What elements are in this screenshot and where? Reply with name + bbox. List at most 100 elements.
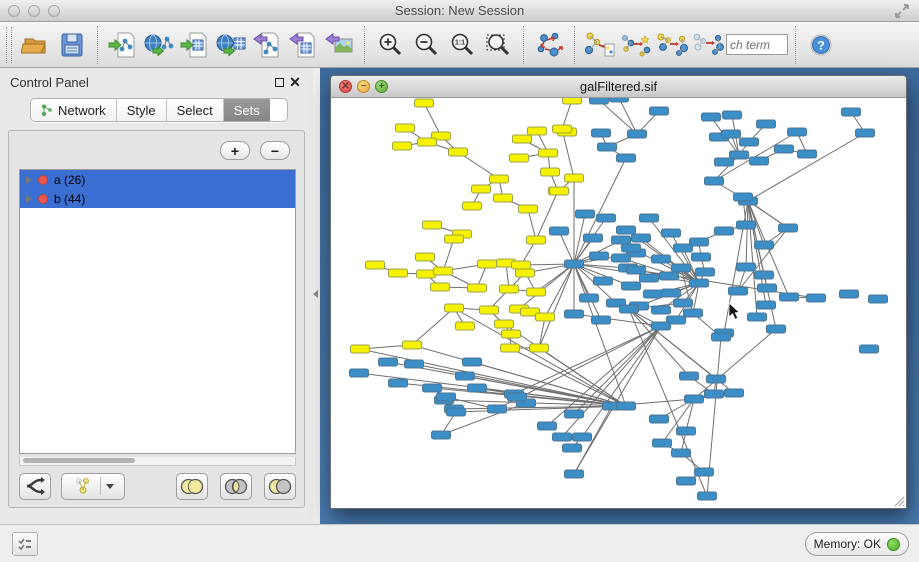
graph-node-blue[interactable]	[628, 130, 647, 138]
save-session-button[interactable]	[54, 26, 90, 64]
graph-node-blue[interactable]	[684, 309, 703, 317]
graph-node-blue[interactable]	[632, 234, 651, 242]
close-window-button[interactable]	[8, 5, 20, 17]
graph-node-yellow[interactable]	[502, 330, 521, 338]
graph-node-blue[interactable]	[463, 358, 482, 366]
graph-node-yellow[interactable]	[393, 142, 412, 150]
graph-node-yellow[interactable]	[418, 138, 437, 146]
graph-node-blue[interactable]	[712, 333, 731, 341]
graph-edge[interactable]	[738, 228, 788, 291]
import-network-url-button[interactable]	[141, 26, 177, 64]
graph-node-blue[interactable]	[722, 130, 741, 138]
graph-node-yellow[interactable]	[366, 261, 385, 269]
graph-node-yellow[interactable]	[472, 185, 491, 193]
graph-node-blue[interactable]	[680, 372, 699, 380]
graph-node-blue[interactable]	[488, 405, 507, 413]
network-frame[interactable]: ✕ − + galFiltered.sif	[330, 75, 907, 509]
network-graph[interactable]	[331, 98, 906, 508]
graph-node-yellow[interactable]	[490, 175, 509, 183]
graph-node-yellow[interactable]	[539, 149, 558, 157]
export-network-button[interactable]	[249, 26, 285, 64]
graph-edge[interactable]	[559, 231, 574, 264]
graph-node-blue[interactable]	[508, 393, 527, 401]
graph-node-yellow[interactable]	[541, 168, 560, 176]
graph-node-blue[interactable]	[740, 138, 759, 146]
graph-node-blue[interactable]	[652, 322, 671, 330]
graph-node-blue[interactable]	[734, 193, 753, 201]
graph-node-blue[interactable]	[690, 279, 709, 287]
graph-node-yellow[interactable]	[565, 174, 584, 182]
graph-node-blue[interactable]	[612, 254, 631, 262]
graph-node-blue[interactable]	[715, 227, 734, 235]
graph-node-yellow[interactable]	[431, 283, 450, 291]
graph-node-blue[interactable]	[565, 410, 584, 418]
graph-node-blue[interactable]	[447, 408, 466, 416]
graph-edge[interactable]	[424, 103, 441, 136]
graph-edge[interactable]	[528, 209, 536, 240]
tab-network[interactable]: Network	[31, 99, 117, 121]
graph-node-yellow[interactable]	[513, 135, 532, 143]
export-image-button[interactable]	[321, 26, 357, 64]
graph-node-blue[interactable]	[640, 214, 659, 222]
graph-node-blue[interactable]	[594, 277, 613, 285]
graph-node-yellow[interactable]	[478, 260, 497, 268]
graph-node-yellow[interactable]	[415, 99, 434, 107]
graph-node-blue[interactable]	[798, 150, 817, 158]
graph-node-blue[interactable]	[590, 252, 609, 260]
graph-edge[interactable]	[619, 98, 637, 134]
graph-node-blue[interactable]	[780, 293, 799, 301]
zoom-selected-button[interactable]	[480, 26, 516, 64]
graph-node-blue[interactable]	[672, 264, 691, 272]
zoom-window-button[interactable]	[48, 5, 60, 17]
graph-node-blue[interactable]	[617, 402, 636, 410]
graph-edge[interactable]	[360, 349, 626, 406]
graph-node-blue[interactable]	[592, 129, 611, 137]
graph-edge[interactable]	[545, 264, 574, 317]
graph-node-blue[interactable]	[723, 111, 742, 119]
graph-node-blue[interactable]	[779, 224, 798, 232]
graph-node-blue[interactable]	[597, 214, 616, 222]
graph-node-blue[interactable]	[660, 272, 679, 280]
graph-node-blue[interactable]	[737, 221, 756, 229]
graph-node-blue[interactable]	[592, 316, 611, 324]
graph-node-blue[interactable]	[840, 290, 859, 298]
graph-node-blue[interactable]	[696, 268, 715, 276]
graph-node-blue[interactable]	[842, 108, 861, 116]
tab-sets[interactable]: Sets	[224, 99, 270, 121]
graph-node-blue[interactable]	[553, 433, 572, 441]
panel-splitter[interactable]	[313, 68, 320, 524]
graph-node-yellow[interactable]	[480, 306, 499, 314]
graph-node-blue[interactable]	[695, 468, 714, 476]
graph-node-yellow[interactable]	[389, 269, 408, 277]
graph-node-yellow[interactable]	[456, 322, 475, 330]
graph-node-yellow[interactable]	[553, 125, 572, 133]
graph-node-blue[interactable]	[612, 236, 631, 244]
graph-node-blue[interactable]	[627, 266, 646, 274]
graph-edge[interactable]	[547, 326, 661, 426]
graph-node-blue[interactable]	[652, 255, 671, 263]
toolbar-drag-handle[interactable]	[6, 27, 12, 63]
float-panel-icon[interactable]	[271, 74, 287, 90]
graph-node-yellow[interactable]	[536, 313, 555, 321]
remove-set-button[interactable]: −	[260, 141, 290, 160]
clone-network-button[interactable]	[618, 26, 654, 64]
graph-node-blue[interactable]	[650, 415, 669, 423]
task-history-button[interactable]	[12, 532, 38, 556]
graph-node-yellow[interactable]	[563, 98, 582, 104]
tab-select[interactable]: Select	[167, 99, 224, 121]
import-network-file-button[interactable]	[105, 26, 141, 64]
graph-node-blue[interactable]	[755, 241, 774, 249]
graph-node-blue[interactable]	[677, 477, 696, 485]
help-button[interactable]: ?	[803, 26, 839, 64]
graph-node-blue[interactable]	[389, 379, 408, 387]
graph-node-blue[interactable]	[685, 395, 704, 403]
graph-node-blue[interactable]	[620, 305, 639, 313]
graph-node-blue[interactable]	[662, 229, 681, 237]
graph-node-blue[interactable]	[550, 227, 569, 235]
graph-edge[interactable]	[359, 373, 626, 406]
graph-node-blue[interactable]	[677, 427, 696, 435]
graph-edge[interactable]	[539, 317, 545, 348]
graph-node-blue[interactable]	[755, 271, 774, 279]
zoom-in-button[interactable]	[372, 26, 408, 64]
graph-node-yellow[interactable]	[445, 235, 464, 243]
